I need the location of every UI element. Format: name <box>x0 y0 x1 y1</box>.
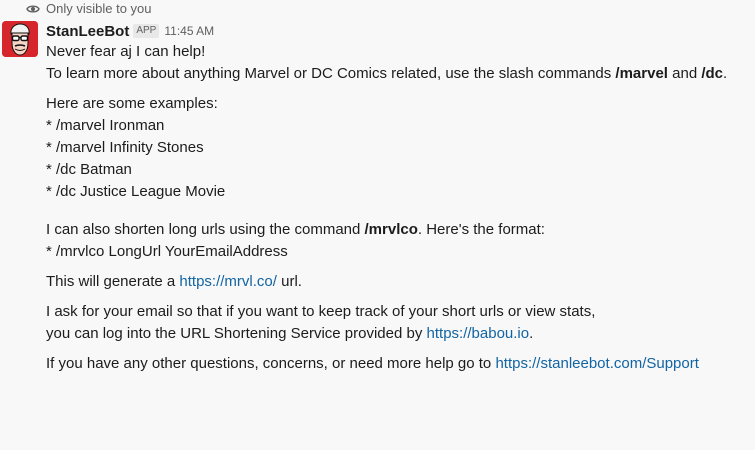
examples-heading: Here are some examples: <box>46 95 218 112</box>
shorten-line: I can also shorten long urls using the c… <box>46 221 545 238</box>
marvel-command: /marvel <box>615 65 668 82</box>
message: StanLeeBot APP 11:45 AM Never fear aj I … <box>46 21 745 375</box>
example-item: * /marvel Ironman <box>46 117 165 134</box>
visibility-notice: Only visible to you <box>26 1 152 16</box>
timestamp[interactable]: 11:45 AM <box>164 24 214 38</box>
bot-avatar[interactable] <box>2 21 38 57</box>
shorten-format: * /mrvlco LongUrl YourEmailAddress <box>46 243 288 260</box>
example-item: * /dc Batman <box>46 161 132 178</box>
support-link[interactable]: https://stanleebot.com/Support <box>495 355 698 372</box>
email-line-1: I ask for your email so that if you want… <box>46 303 596 320</box>
app-badge: APP <box>133 24 160 38</box>
support-line: If you have any other questions, concern… <box>46 355 699 372</box>
mrvl-link[interactable]: https://mrvl.co/ <box>179 273 277 290</box>
example-item: * /dc Justice League Movie <box>46 183 226 200</box>
visibility-text: Only visible to you <box>46 1 152 16</box>
email-line-2: you can log into the URL Shortening Serv… <box>46 325 534 342</box>
dc-command: /dc <box>701 65 724 82</box>
bot-username[interactable]: StanLeeBot <box>46 23 129 40</box>
eye-icon <box>26 4 40 14</box>
message-header: StanLeeBot APP 11:45 AM <box>46 21 745 41</box>
mrvlco-command: /mrvlco <box>364 221 418 238</box>
babou-link[interactable]: https://babou.io <box>427 325 530 342</box>
message-body: Never fear aj I can help! To learn more … <box>46 41 745 375</box>
intro-line: To learn more about anything Marvel or D… <box>46 65 728 82</box>
generate-line: This will generate a https://mrvl.co/ ur… <box>46 273 302 290</box>
greeting-line: Never fear aj I can help! <box>46 43 206 60</box>
example-item: * /marvel Infinity Stones <box>46 139 204 156</box>
